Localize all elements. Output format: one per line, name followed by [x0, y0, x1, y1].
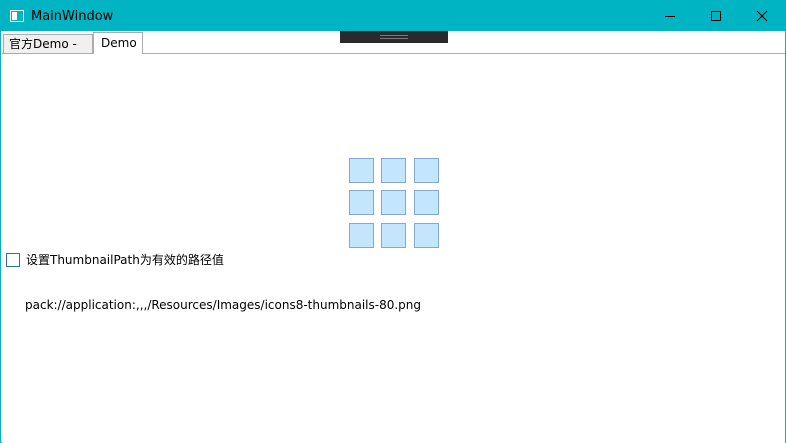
- tab-official-demo-1[interactable]: 官方Demo - 1: [3, 34, 93, 69]
- thumbnails-grid-icon: [349, 158, 439, 248]
- maximize-button[interactable]: [693, 1, 739, 31]
- thumbnail-path-checkbox-label: 设置ThumbnailPath为有效的路径值: [26, 253, 224, 267]
- main-window: MainWindow 官方Demo - 1 Demo: [0, 0, 786, 443]
- tab-content-area: [2, 54, 785, 443]
- close-button[interactable]: [739, 1, 785, 31]
- drag-grip-handle[interactable]: [340, 31, 448, 43]
- minimize-icon: [665, 16, 675, 17]
- window-app-icon: [10, 10, 24, 22]
- title-bar[interactable]: MainWindow: [1, 1, 785, 31]
- close-icon: [756, 10, 768, 22]
- maximize-icon: [711, 11, 721, 21]
- thumbnail-path-checkbox-row[interactable]: 设置ThumbnailPath为有效的路径值: [6, 252, 224, 268]
- tab-demo[interactable]: Demo: [93, 32, 143, 54]
- minimize-button[interactable]: [647, 1, 693, 31]
- thumbnail-path-checkbox[interactable]: [6, 253, 20, 267]
- window-title: MainWindow: [31, 9, 114, 24]
- thumbnail-path-text: pack://application:,,,/Resources/Images/…: [25, 298, 422, 312]
